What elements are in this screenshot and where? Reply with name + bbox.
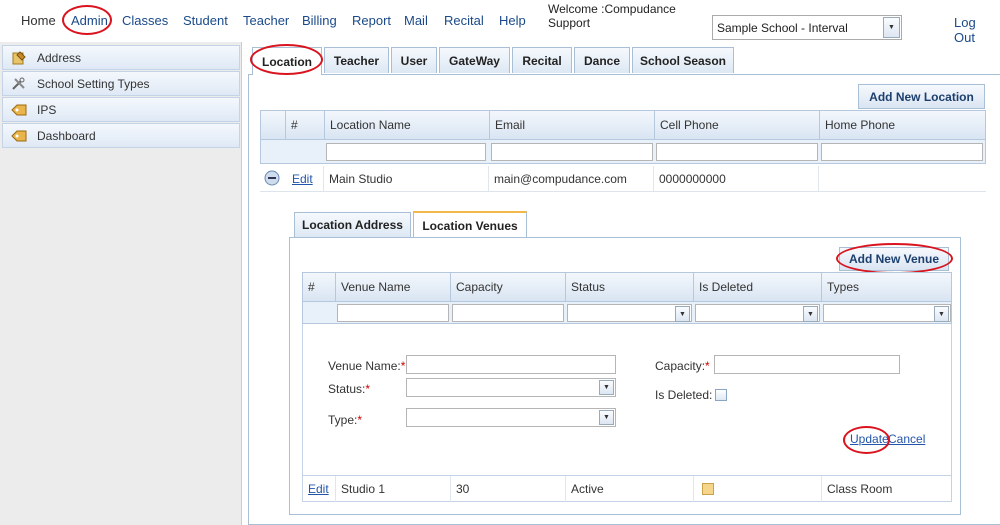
tab-location-venues[interactable]: Location Venues xyxy=(413,211,527,238)
chevron-down-icon[interactable]: ▼ xyxy=(675,306,690,322)
chevron-down-icon[interactable]: ▼ xyxy=(934,306,949,322)
type-label: Type:* xyxy=(328,413,363,427)
column-header-cell-phone[interactable]: Cell Phone xyxy=(654,111,820,139)
tab-user[interactable]: User xyxy=(391,47,437,73)
filter-cell-phone[interactable] xyxy=(656,143,818,161)
edit-venue-link[interactable]: Edit xyxy=(303,476,336,502)
sidebar-item-label: School Setting Types xyxy=(37,76,150,91)
location-row: Edit Main Studio main@compudance.com 000… xyxy=(260,166,986,192)
sidebar-item-label: IPS xyxy=(37,102,57,117)
sidebar-item-label: Address xyxy=(37,50,82,65)
column-header-is-deleted[interactable]: Is Deleted xyxy=(693,273,822,301)
cancel-link[interactable]: Cancel xyxy=(888,432,925,446)
tab-recital[interactable]: Recital xyxy=(512,47,572,73)
collapse-icon[interactable] xyxy=(264,170,280,186)
is-deleted-indicator xyxy=(702,483,714,495)
column-header-status[interactable]: Status xyxy=(565,273,694,301)
is-deleted-label: Is Deleted: xyxy=(655,388,713,402)
status-select[interactable]: ▼ xyxy=(406,378,616,397)
location-home-phone-cell xyxy=(818,166,984,192)
tab-dance[interactable]: Dance xyxy=(574,47,630,73)
location-filter-row xyxy=(260,140,986,164)
update-link[interactable]: Update xyxy=(850,432,889,446)
filter-status[interactable]: ▼ xyxy=(567,304,692,322)
edit-location-link[interactable]: Edit xyxy=(287,166,327,192)
sidebar-item-address[interactable]: Address xyxy=(2,45,240,70)
chevron-down-icon[interactable]: ▼ xyxy=(599,380,614,395)
nav-report[interactable]: Report xyxy=(352,13,391,28)
column-header-capacity[interactable]: Capacity xyxy=(450,273,566,301)
venue-row: Edit Studio 1 30 Active Class Room xyxy=(302,476,952,502)
column-header-types[interactable]: Types xyxy=(821,273,951,301)
location-grid-header: # Location Name Email Cell Phone Home Ph… xyxy=(260,110,986,140)
school-select-value: Sample School - Interval xyxy=(717,21,848,35)
tab-gateway[interactable]: GateWay xyxy=(439,47,510,73)
filter-email[interactable] xyxy=(491,143,653,161)
school-select[interactable]: Sample School - Interval ▼ xyxy=(712,15,902,40)
tag-icon xyxy=(11,129,27,143)
filter-home-phone[interactable] xyxy=(821,143,983,161)
nav-mail[interactable]: Mail xyxy=(404,13,428,28)
venue-capacity-cell: 30 xyxy=(450,476,566,502)
tab-teacher[interactable]: Teacher xyxy=(324,47,389,73)
add-new-location-button[interactable]: Add New Location xyxy=(858,84,985,109)
venue-is-deleted-cell xyxy=(693,476,822,502)
column-header-email[interactable]: Email xyxy=(489,111,655,139)
nav-student[interactable]: Student xyxy=(183,13,228,28)
venue-types-cell: Class Room xyxy=(821,476,951,502)
filter-is-deleted[interactable]: ▼ xyxy=(695,304,820,322)
venue-edit-form xyxy=(302,324,952,476)
venue-name-input[interactable] xyxy=(406,355,616,374)
chevron-down-icon[interactable]: ▼ xyxy=(599,410,614,425)
top-navigation-bar: Home Admin Classes Student Teacher Billi… xyxy=(0,0,1000,45)
nav-teacher[interactable]: Teacher xyxy=(243,13,289,28)
nav-help[interactable]: Help xyxy=(499,13,526,28)
filter-venue-name[interactable] xyxy=(337,304,449,322)
tab-location[interactable]: Location xyxy=(252,47,322,75)
nav-admin[interactable]: Admin xyxy=(71,13,108,28)
column-header-number: # xyxy=(308,280,315,294)
venue-name-cell: Studio 1 xyxy=(335,476,451,502)
venues-grid-header: # Venue Name Capacity Status Is Deleted … xyxy=(302,272,952,302)
address-icon xyxy=(11,50,27,65)
sidebar-item-ips[interactable]: IPS xyxy=(2,97,240,122)
nav-billing[interactable]: Billing xyxy=(302,13,337,28)
location-email-cell: main@compudance.com xyxy=(488,166,654,192)
tab-location-address[interactable]: Location Address xyxy=(294,212,411,237)
status-label: Status:* xyxy=(328,382,371,396)
venue-name-label: Venue Name:* xyxy=(328,359,406,373)
filter-location-name[interactable] xyxy=(326,143,486,161)
column-header-home-phone[interactable]: Home Phone xyxy=(819,111,985,139)
capacity-input[interactable] xyxy=(714,355,900,374)
add-new-venue-button[interactable]: Add New Venue xyxy=(839,247,949,271)
capacity-label: Capacity:* xyxy=(655,359,710,373)
column-header-number: # xyxy=(285,111,325,139)
column-header-venue-name[interactable]: Venue Name xyxy=(335,273,451,301)
nav-recital[interactable]: Recital xyxy=(444,13,484,28)
logout-link[interactable]: Log Out xyxy=(954,15,1000,45)
type-select[interactable]: ▼ xyxy=(406,408,616,427)
sidebar-item-label: Dashboard xyxy=(37,128,96,143)
sidebar-item-dashboard[interactable]: Dashboard xyxy=(2,123,240,148)
nav-home[interactable]: Home xyxy=(21,13,56,28)
chevron-down-icon[interactable]: ▼ xyxy=(883,17,900,38)
venue-status-cell: Active xyxy=(565,476,694,502)
tag-icon xyxy=(11,103,27,117)
is-deleted-checkbox[interactable] xyxy=(715,389,727,401)
tools-icon xyxy=(11,77,27,91)
column-header-location-name[interactable]: Location Name xyxy=(324,111,490,139)
location-cell-phone-cell: 0000000000 xyxy=(653,166,819,192)
tab-school-season[interactable]: School Season xyxy=(632,47,734,73)
welcome-message: Welcome :Compudance Support xyxy=(548,2,676,30)
sidebar: Address School Setting Types IPS Dashboa… xyxy=(0,42,242,525)
venues-filter-row: ▼ ▼ ▼ xyxy=(302,302,952,324)
filter-capacity[interactable] xyxy=(452,304,564,322)
location-name-cell: Main Studio xyxy=(323,166,489,192)
filter-types[interactable]: ▼ xyxy=(823,304,951,322)
nav-classes[interactable]: Classes xyxy=(122,13,168,28)
chevron-down-icon[interactable]: ▼ xyxy=(803,306,818,322)
sidebar-item-school-setting-types[interactable]: School Setting Types xyxy=(2,71,240,96)
